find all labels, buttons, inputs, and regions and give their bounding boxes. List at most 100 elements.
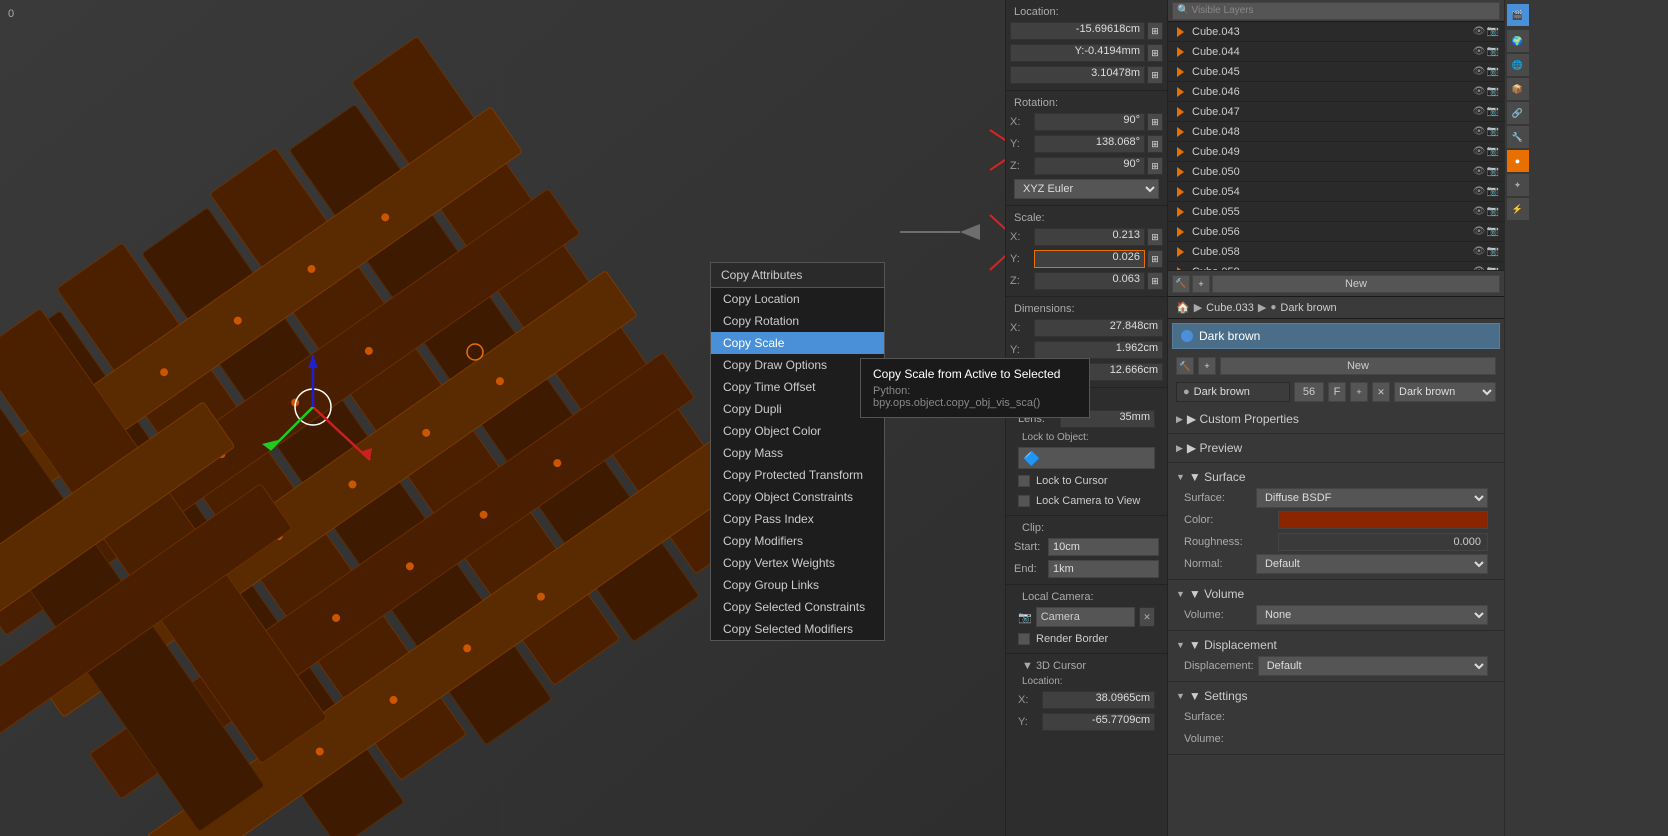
menu-item-copy-modifiers[interactable]: Copy Modifiers (711, 530, 884, 552)
eye-icon[interactable]: 👁 (1472, 246, 1486, 257)
render-icon[interactable]: 📷 (1486, 66, 1500, 77)
breadcrumb-mat[interactable]: Dark brown (1280, 302, 1336, 314)
render-icon[interactable]: 📷 (1486, 246, 1500, 257)
volume-type-select[interactable]: None (1256, 605, 1488, 625)
render-border-checkbox[interactable] (1018, 633, 1030, 645)
location-z-copy[interactable]: ⊞ (1147, 66, 1163, 84)
render-icon[interactable]: 📷 (1486, 106, 1500, 117)
dim-y-input[interactable]: 1.962cm (1034, 341, 1163, 359)
eye-icon[interactable]: 👁 (1472, 126, 1486, 137)
cursor-y-input[interactable]: -65.7709cm (1042, 713, 1155, 731)
render-icon[interactable]: 📷 (1486, 186, 1500, 197)
rotation-z-copy[interactable]: ⊞ (1147, 157, 1163, 175)
surface-header[interactable]: ▼ ▼ Surface (1168, 467, 1504, 487)
color-swatch[interactable] (1278, 511, 1488, 529)
camera-close-btn[interactable]: ✕ (1139, 607, 1155, 627)
menu-item-copy-selected-modifiers[interactable]: Copy Selected Modifiers (711, 618, 884, 640)
scale-y-copy[interactable]: ⊞ (1147, 250, 1163, 268)
mat-new-btn[interactable]: New (1220, 357, 1496, 375)
outliner-row[interactable]: Cube.048 👁 📷 (1168, 122, 1504, 142)
menu-item-copy-rotation[interactable]: Copy Rotation (711, 310, 884, 332)
cursor-x-input[interactable]: 38.0965cm (1042, 691, 1155, 709)
outliner-search[interactable]: 🔍 Visible Layers (1172, 2, 1500, 20)
mat-plus-btn[interactable]: + (1198, 357, 1216, 375)
location-y-input[interactable]: Y:-0.4194mm (1010, 44, 1145, 62)
outliner-row[interactable]: Cube.059 👁 📷 (1168, 262, 1504, 270)
dim-x-input[interactable]: 27.848cm (1034, 319, 1163, 337)
location-x-copy[interactable]: ⊞ (1147, 22, 1163, 40)
props-tab-particles[interactable]: ✦ (1507, 174, 1529, 196)
eye-icon[interactable]: 👁 (1472, 86, 1486, 97)
eye-icon[interactable]: 👁 (1472, 146, 1486, 157)
scale-x-copy[interactable]: ⊞ (1147, 228, 1163, 246)
menu-item-copy-object-color[interactable]: Copy Object Color (711, 420, 884, 442)
menu-item-copy-location[interactable]: Copy Location (711, 288, 884, 310)
outliner-row[interactable]: Cube.046 👁 📷 (1168, 82, 1504, 102)
outliner-row[interactable]: Cube.044 👁 📷 (1168, 42, 1504, 62)
scale-x-input[interactable]: 0.213 (1034, 228, 1145, 246)
lock-cursor-checkbox[interactable] (1018, 475, 1030, 487)
location-z-input[interactable]: 3.10478m (1010, 66, 1145, 84)
menu-item-copy-scale[interactable]: Copy Scale (711, 332, 884, 354)
eye-icon[interactable]: 👁 (1472, 186, 1486, 197)
custom-props-header[interactable]: ▶ ▶ Custom Properties (1168, 409, 1504, 429)
displacement-select[interactable]: Default (1258, 656, 1488, 676)
menu-item-copy-draw-options[interactable]: Copy Draw Options (711, 354, 884, 376)
eye-icon[interactable]: 👁 (1472, 206, 1486, 217)
scale-y-input[interactable]: 0.026 (1034, 250, 1145, 268)
rotation-y-input[interactable]: 138.068° (1034, 135, 1145, 153)
preview-header[interactable]: ▶ ▶ Preview (1168, 438, 1504, 458)
menu-item-copy-selected-constraints[interactable]: Copy Selected Constraints (711, 596, 884, 618)
eye-icon[interactable]: 👁 (1472, 106, 1486, 117)
eye-icon[interactable]: 👁 (1472, 46, 1486, 57)
props-tab-render[interactable]: 🎬 (1507, 4, 1529, 26)
props-tool-1[interactable]: 🔨 (1172, 275, 1190, 293)
outliner-row[interactable]: Cube.047 👁 📷 (1168, 102, 1504, 122)
breadcrumb-obj[interactable]: Cube.033 (1206, 302, 1254, 314)
menu-item-copy-dupli[interactable]: Copy Dupli (711, 398, 884, 420)
normal-select[interactable]: Default (1256, 554, 1488, 574)
material-plus-btn2[interactable]: + (1350, 382, 1368, 402)
menu-item-copy-pass-index[interactable]: Copy Pass Index (711, 508, 884, 530)
menu-item-copy-protected-transform[interactable]: Copy Protected Transform (711, 464, 884, 486)
rotation-y-copy[interactable]: ⊞ (1147, 135, 1163, 153)
render-icon[interactable]: 📷 (1486, 226, 1500, 237)
lock-object-input[interactable]: 🔷 (1018, 447, 1155, 469)
props-new-btn[interactable]: New (1212, 275, 1500, 293)
props-tab-scene[interactable]: 🌍 (1507, 30, 1529, 52)
props-tab-world[interactable]: 🌐 (1507, 54, 1529, 76)
props-tab-physics[interactable]: ⚡ (1507, 198, 1529, 220)
cursor-header[interactable]: ▼ 3D Cursor (1014, 658, 1159, 674)
material-num[interactable]: 56 (1294, 382, 1324, 402)
location-y-copy[interactable]: ⊞ (1147, 44, 1163, 62)
mat-field-icon[interactable]: 🔨 (1176, 357, 1194, 375)
eye-icon[interactable]: 👁 (1472, 66, 1486, 77)
scale-z-input[interactable]: 0.063 (1034, 272, 1145, 290)
render-icon[interactable]: 📷 (1486, 126, 1500, 137)
render-icon[interactable]: 📷 (1486, 86, 1500, 97)
material-x-btn[interactable]: ✕ (1372, 382, 1390, 402)
rotation-x-copy[interactable]: ⊞ (1147, 113, 1163, 131)
menu-item-copy-object-constraints[interactable]: Copy Object Constraints (711, 486, 884, 508)
props-tool-2[interactable]: + (1192, 275, 1210, 293)
outliner-row[interactable]: Cube.058 👁 📷 (1168, 242, 1504, 262)
material-data-select[interactable]: Dark brown (1394, 382, 1496, 402)
displacement-header[interactable]: ▼ ▼ Displacement (1168, 635, 1504, 655)
lock-camera-checkbox[interactable] (1018, 495, 1030, 507)
outliner-row[interactable]: Cube.043 👁 📷 (1168, 22, 1504, 42)
eye-icon[interactable]: 👁 (1472, 226, 1486, 237)
material-f-btn[interactable]: F (1328, 382, 1346, 402)
clip-start-input[interactable]: 10cm (1048, 538, 1159, 556)
props-tab-modifiers[interactable]: 🔧 (1507, 126, 1529, 148)
render-icon[interactable]: 📷 (1486, 46, 1500, 57)
menu-item-copy-mass[interactable]: Copy Mass (711, 442, 884, 464)
menu-item-copy-group-links[interactable]: Copy Group Links (711, 574, 884, 596)
outliner-row[interactable]: Cube.049 👁 📷 (1168, 142, 1504, 162)
volume-header[interactable]: ▼ ▼ Volume (1168, 584, 1504, 604)
clip-end-input[interactable]: 1km (1048, 560, 1159, 578)
outliner-row[interactable]: Cube.054 👁 📷 (1168, 182, 1504, 202)
camera-value[interactable]: Camera (1036, 607, 1135, 627)
props-tab-constraints[interactable]: 🔗 (1507, 102, 1529, 124)
eye-icon[interactable]: 👁 (1472, 26, 1486, 37)
outliner-row[interactable]: Cube.045 👁 📷 (1168, 62, 1504, 82)
